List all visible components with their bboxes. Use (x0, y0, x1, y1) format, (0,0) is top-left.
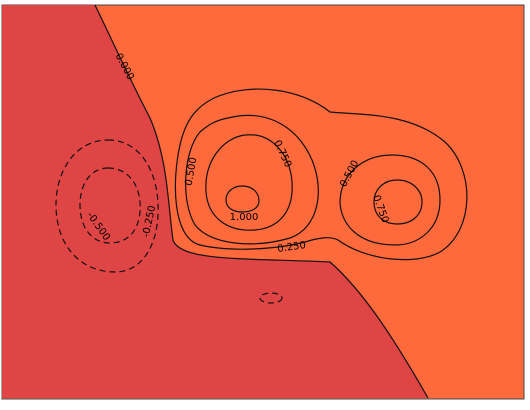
contour-plot-svg: 0.000 -0.250 -0.500 0.250 0.500 0.500 0.… (1, 4, 525, 400)
contour-label-1.000: 1.000 (230, 212, 259, 223)
contour-plot: 0.000 -0.250 -0.500 0.250 0.500 0.500 0.… (0, 0, 530, 410)
